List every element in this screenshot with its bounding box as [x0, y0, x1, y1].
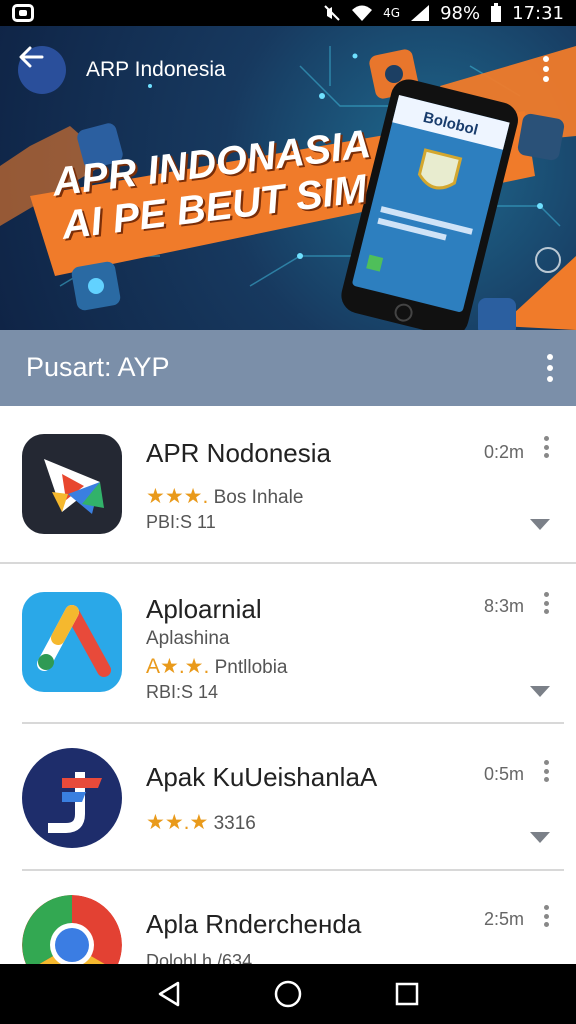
app-name: Apla Rndercheнda	[146, 909, 362, 939]
square-recents-icon	[395, 982, 418, 1006]
signal-label: 4G	[383, 6, 401, 20]
battery-icon	[491, 3, 502, 22]
cell-signal-icon	[411, 5, 430, 21]
overflow-menu-button[interactable]	[534, 52, 558, 86]
app-rating-row: ★★.★ 3316	[146, 810, 256, 835]
app-time: 0:2m	[483, 442, 524, 462]
circle-home-icon	[274, 980, 302, 1008]
app-name: APR Nodonesia	[146, 438, 331, 468]
app-time: 2:5m	[483, 909, 524, 929]
app-rating-row: ★★★. Bos Inhale	[146, 484, 303, 509]
nav-recents-button[interactable]	[387, 974, 427, 1014]
more-vert-icon	[547, 354, 553, 360]
app-icon-aploarnial	[22, 592, 122, 692]
list-item[interactable]: APR Nodonesia ★★★. Bos Inhale PBI:S 11 0…	[0, 406, 576, 564]
banner-title: ARP Indonesia	[86, 58, 226, 81]
app-time: 0:5m	[483, 764, 524, 784]
item-menu-button[interactable]	[542, 592, 550, 614]
expand-chevron-icon[interactable]	[530, 686, 550, 697]
app-subtitle: 3316	[213, 813, 256, 834]
back-button[interactable]	[18, 46, 66, 94]
app-time: 8:3m	[483, 596, 524, 616]
list-item[interactable]: Apla Rndercheнda Dolohl h /634 2:5m	[0, 871, 576, 966]
expand-chevron-icon[interactable]	[530, 519, 550, 530]
section-header: Pusart: AYP	[0, 330, 576, 406]
rating-stars: ★★.★	[146, 811, 209, 834]
wifi-icon	[352, 5, 373, 21]
app-subtitle-top: Aplashina	[146, 628, 230, 649]
app-icon-apr	[22, 434, 122, 534]
arrow-left-icon	[19, 46, 44, 68]
list-item[interactable]: Apak KuUeishanlaA ★★.★ 3316 0:5m	[0, 724, 576, 870]
app-subtitle: Bos Inhale	[213, 487, 304, 508]
notification-app-icon	[12, 4, 34, 22]
list-item[interactable]: Aploarnial Aplashina A★.★. Pntllobia RBI…	[0, 564, 576, 724]
app-icon-chrome	[22, 895, 122, 966]
nav-home-button[interactable]	[268, 974, 308, 1014]
mute-icon	[324, 5, 340, 21]
section-title: Pusart: AYP	[26, 352, 170, 382]
rating-stars: A★.★.	[146, 655, 210, 678]
app-meta: RBI:S 14	[146, 682, 219, 702]
section-menu-button[interactable]	[544, 354, 556, 382]
item-menu-button[interactable]	[542, 760, 550, 782]
hero-banner: Bolobol ARP Indonesia APR INDONASIA AI P…	[0, 26, 576, 330]
system-navigation-bar	[0, 964, 576, 1024]
app-name: Apak KuUeishanlaA	[146, 762, 378, 792]
battery-percent: 98%	[440, 2, 481, 24]
triangle-back-icon	[159, 981, 180, 1007]
more-vert-icon	[543, 56, 549, 62]
app-meta: PBI:S 11	[146, 512, 216, 532]
item-menu-button[interactable]	[542, 436, 550, 458]
item-menu-button[interactable]	[542, 905, 550, 927]
app-subtitle: Pntllobia	[214, 657, 288, 678]
status-bar: 4G 98% 17:31	[0, 0, 576, 26]
nav-back-button[interactable]	[149, 974, 189, 1014]
app-name: Aploarnial	[146, 594, 262, 624]
expand-chevron-icon[interactable]	[530, 832, 550, 843]
app-icon-apak	[22, 748, 122, 848]
app-rating-row: A★.★. Pntllobia	[146, 654, 288, 679]
rating-stars: ★★★.	[146, 485, 209, 508]
clock: 17:31	[512, 2, 564, 24]
